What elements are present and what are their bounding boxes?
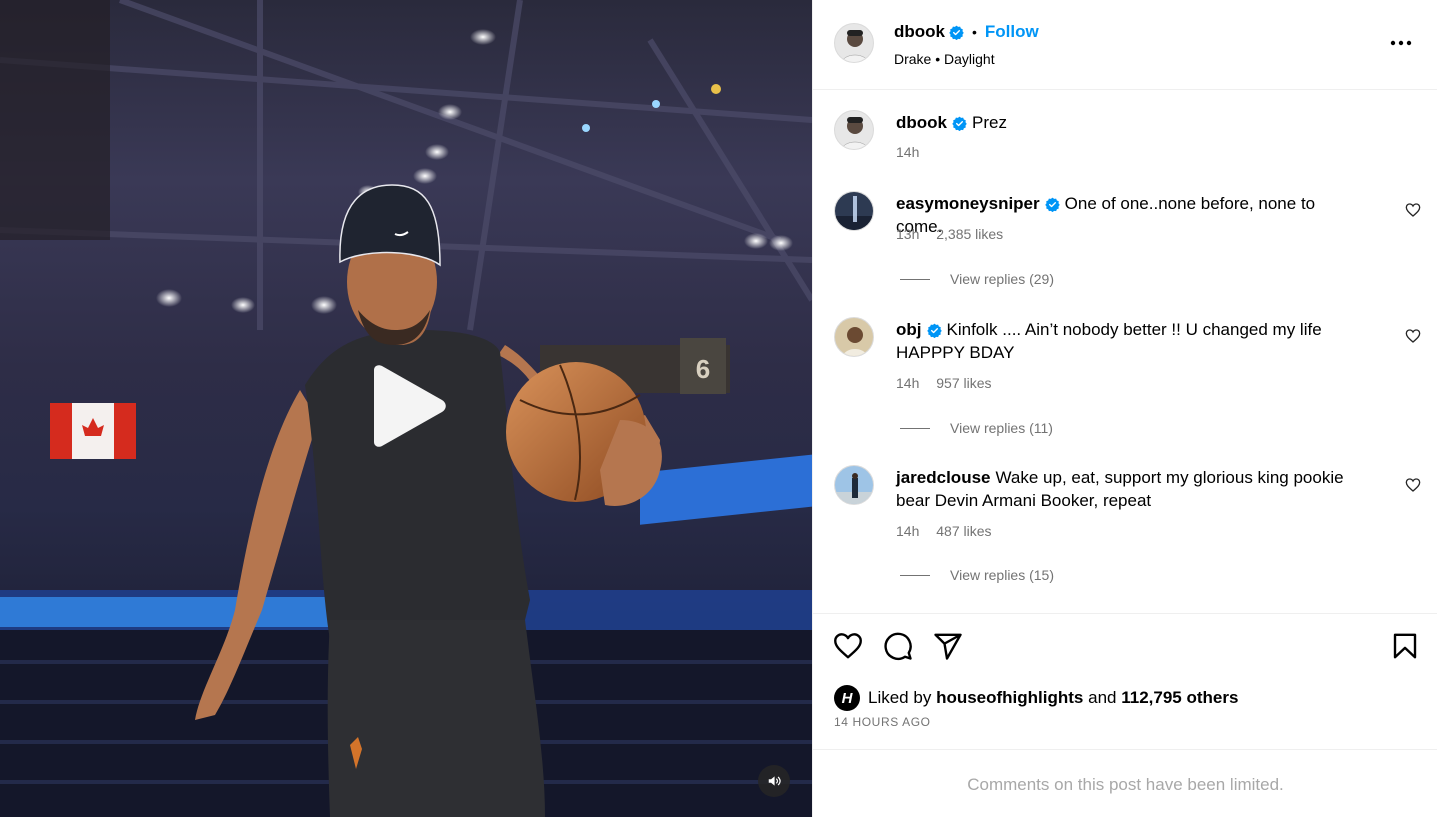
comment-username[interactable]: easymoneysniper: [896, 194, 1040, 213]
post-sidebar: dbook • Follow Drake • Daylight dbook Pr…: [812, 0, 1437, 817]
sound-icon[interactable]: [758, 765, 790, 797]
comment-text: Kinfolk .... Ain’t nobody better !! U ch…: [896, 320, 1322, 362]
bookmark-icon[interactable]: [1390, 631, 1420, 661]
comment-icon[interactable]: [883, 631, 913, 661]
comment-meta: 14h 957 likes: [896, 375, 1005, 391]
liked-by-row: H Liked by houseofhighlights and 112,795…: [834, 685, 1238, 711]
comment-username[interactable]: obj: [896, 320, 922, 339]
comment-body: obj Kinfolk .... Ain’t nobody better !! U…: [896, 318, 1366, 364]
comment-time[interactable]: 13h: [896, 226, 919, 242]
comment-likes[interactable]: 2,385 likes: [936, 226, 1003, 242]
view-replies-label: View replies (11): [950, 420, 1053, 436]
verified-badge-icon: [926, 323, 942, 339]
comment-body: jaredclouse Wake up, eat, support my glor…: [896, 466, 1366, 512]
liker-avatar[interactable]: H: [834, 685, 860, 711]
replies-divider: [900, 427, 930, 429]
post-timestamp[interactable]: 14 HOURS AGO: [834, 715, 931, 729]
comment-avatar[interactable]: [834, 191, 874, 231]
likes-count-button[interactable]: 112,795 others: [1121, 688, 1238, 708]
caption-avatar[interactable]: [834, 110, 874, 150]
view-replies-button[interactable]: View replies (15): [900, 567, 1054, 583]
caption-time[interactable]: 14h: [896, 144, 919, 160]
comment-username[interactable]: jaredclouse: [896, 468, 991, 487]
comments-limited-notice: Comments on this post have been limited.: [967, 775, 1284, 794]
comment-meta: 14h 487 likes: [896, 523, 1005, 539]
comment-avatar[interactable]: [834, 317, 874, 357]
verified-badge-icon: [1044, 197, 1060, 213]
liker-username[interactable]: houseofhighlights: [936, 688, 1083, 708]
more-options-icon[interactable]: [1388, 30, 1414, 56]
separator-dot: •: [972, 24, 977, 40]
post-media[interactable]: 6: [0, 0, 812, 817]
post-header: dbook • Follow Drake • Daylight: [813, 0, 1437, 90]
comment-time[interactable]: 14h: [896, 375, 919, 391]
action-bar: H Liked by houseofhighlights and 112,795…: [813, 613, 1437, 750]
view-replies-button[interactable]: View replies (11): [900, 420, 1053, 436]
verified-badge-icon: [952, 116, 967, 132]
heart-icon[interactable]: [833, 631, 863, 661]
caption-text: Prez: [972, 113, 1007, 132]
liked-by-prefix: Liked by: [868, 688, 932, 707]
comment-like-heart-icon[interactable]: [1405, 328, 1421, 344]
comments-list[interactable]: dbook Prez 14h easymoneysniper One of one.…: [813, 90, 1437, 613]
follow-button[interactable]: Follow: [985, 22, 1039, 42]
replies-divider: [900, 278, 930, 280]
comment-like-heart-icon[interactable]: [1405, 202, 1421, 218]
comment-time[interactable]: 14h: [896, 523, 919, 539]
caption-body: dbook Prez: [896, 111, 1366, 134]
audio-attribution[interactable]: Drake • Daylight: [894, 51, 995, 67]
play-icon[interactable]: [366, 364, 448, 448]
comment-meta: 13h 2,385 likes: [896, 226, 1016, 242]
view-replies-label: View replies (29): [950, 271, 1055, 287]
comment-likes[interactable]: 487 likes: [936, 523, 991, 539]
header-user-line: dbook • Follow: [894, 22, 1039, 42]
svg-text:6: 6: [696, 354, 710, 384]
author-username[interactable]: dbook: [894, 22, 945, 42]
comment-like-heart-icon[interactable]: [1405, 477, 1421, 493]
view-replies-label: View replies (15): [950, 567, 1055, 583]
comment-likes[interactable]: 957 likes: [936, 375, 991, 391]
liked-by-conjunction: and: [1088, 688, 1117, 707]
comment-avatar[interactable]: [834, 465, 874, 505]
author-avatar[interactable]: [834, 23, 874, 63]
view-replies-button[interactable]: View replies (29): [900, 271, 1054, 287]
caption-username[interactable]: dbook: [896, 113, 947, 132]
caption-meta: 14h: [896, 144, 932, 160]
replies-divider: [900, 574, 930, 576]
verified-badge-icon: [949, 25, 964, 40]
share-icon[interactable]: [933, 631, 963, 661]
